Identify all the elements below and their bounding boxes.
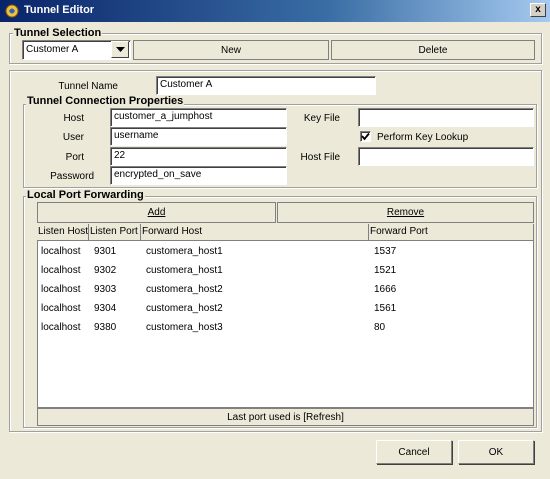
delete-button-label: Delete bbox=[418, 44, 448, 56]
tunnel-name-label: Tunnel Name bbox=[58, 81, 118, 92]
cell-forward-host: customera_host2 bbox=[146, 284, 223, 295]
keyfile-label: Key File bbox=[303, 113, 340, 124]
cell-listen-port: 9380 bbox=[94, 322, 117, 333]
refresh-status-button[interactable]: Last port used is [Refresh] bbox=[37, 408, 534, 426]
remove-button[interactable]: Remove bbox=[277, 202, 534, 223]
window-title: Tunnel Editor bbox=[24, 4, 95, 16]
delete-button[interactable]: Delete bbox=[331, 40, 535, 60]
hostfile-field[interactable] bbox=[358, 147, 534, 166]
ok-button[interactable]: OK bbox=[458, 440, 534, 464]
cell-forward-port: 1521 bbox=[374, 265, 397, 276]
password-field[interactable]: encrypted_on_save bbox=[110, 166, 287, 185]
cell-listen-port: 9302 bbox=[94, 265, 117, 276]
hostfile-label: Host File bbox=[300, 152, 340, 163]
cell-forward-host: customera_host3 bbox=[146, 322, 223, 333]
refresh-status-label: Last port used is [Refresh] bbox=[227, 411, 344, 423]
port-label: Port bbox=[65, 152, 84, 163]
checkmark-icon bbox=[361, 132, 370, 141]
new-button[interactable]: New bbox=[133, 40, 329, 60]
add-button[interactable]: Add bbox=[37, 202, 276, 223]
remove-button-label: Remove bbox=[386, 207, 425, 218]
connection-properties-label: Tunnel Connection Properties bbox=[26, 95, 185, 107]
cell-forward-port: 80 bbox=[374, 322, 386, 333]
cell-listen-port: 9304 bbox=[94, 303, 117, 314]
chevron-down-icon bbox=[115, 47, 125, 52]
cell-listen-port: 9303 bbox=[94, 284, 117, 295]
ok-button-label: OK bbox=[488, 446, 504, 458]
cancel-button[interactable]: Cancel bbox=[376, 440, 452, 464]
tunnel-name-field[interactable]: Customer A bbox=[156, 76, 376, 95]
cell-listen-host: localhost bbox=[41, 303, 81, 314]
column-header-forward-host[interactable]: Forward Host bbox=[141, 224, 369, 241]
close-button[interactable]: x bbox=[530, 3, 546, 17]
port-field[interactable]: 22 bbox=[110, 147, 287, 166]
tunnel-select-dropdown[interactable] bbox=[111, 41, 129, 58]
cell-listen-port: 9301 bbox=[94, 246, 117, 257]
column-header-forward-port[interactable]: Forward Port bbox=[369, 224, 534, 241]
keylookup-checkbox[interactable] bbox=[360, 131, 371, 142]
cell-forward-port: 1561 bbox=[374, 303, 397, 314]
cell-listen-host: localhost bbox=[41, 322, 81, 333]
cell-forward-port: 1666 bbox=[374, 284, 397, 295]
cell-forward-host: customera_host1 bbox=[146, 246, 223, 257]
cell-listen-host: localhost bbox=[41, 246, 81, 257]
user-field[interactable]: username bbox=[110, 127, 287, 146]
keylookup-label: Perform Key Lookup bbox=[377, 132, 469, 143]
new-button-label: New bbox=[220, 44, 241, 56]
cell-listen-host: localhost bbox=[41, 284, 81, 295]
keyfile-field[interactable] bbox=[358, 108, 534, 127]
cell-listen-host: localhost bbox=[41, 265, 81, 276]
app-icon bbox=[4, 3, 20, 19]
password-label: Password bbox=[50, 171, 94, 182]
user-label: User bbox=[62, 132, 84, 143]
tunnel-select-value: Customer A bbox=[26, 44, 79, 55]
add-button-label: Add bbox=[147, 207, 166, 218]
column-header-listen-host[interactable]: Listen Host bbox=[37, 224, 89, 241]
port-forwarding-label: Local Port Forwarding bbox=[26, 189, 145, 201]
cell-forward-port: 1537 bbox=[374, 246, 397, 257]
cancel-button-label: Cancel bbox=[398, 446, 430, 458]
host-label: Host bbox=[63, 113, 84, 124]
close-icon: x bbox=[535, 4, 541, 15]
tunnel-selection-label: Tunnel Selection bbox=[13, 27, 103, 39]
host-field[interactable]: customer_a_jumphost bbox=[110, 108, 287, 127]
cell-forward-host: customera_host1 bbox=[146, 265, 223, 276]
column-header-listen-port[interactable]: Listen Port bbox=[89, 224, 141, 241]
cell-forward-host: customera_host2 bbox=[146, 303, 223, 314]
